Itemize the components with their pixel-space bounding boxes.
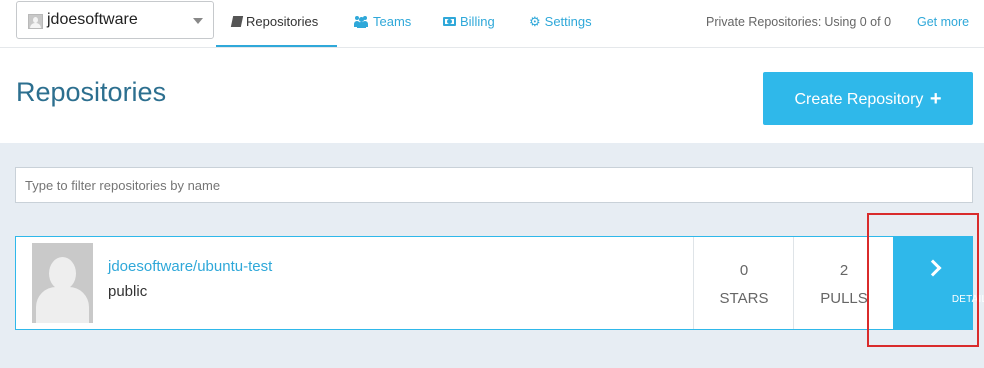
page-title: Repositories — [16, 77, 167, 107]
tab-teams[interactable]: Teams — [354, 0, 411, 47]
get-more-link[interactable]: Get more — [917, 15, 969, 29]
stars-label: STARS — [719, 290, 769, 307]
tab-repositories[interactable]: Repositories — [216, 0, 337, 47]
account-selector[interactable]: jdoesoftware — [16, 1, 214, 39]
tab-label: Billing — [460, 14, 495, 29]
create-repository-button[interactable]: Create Repository + — [763, 72, 973, 125]
pulls-stat: 2 PULLS — [793, 237, 894, 329]
page-header: Repositories Create Repository + — [0, 48, 984, 143]
book-icon — [230, 16, 244, 28]
details-button[interactable]: DETAILS — [893, 237, 984, 329]
chevron-down-icon — [193, 18, 203, 24]
tab-settings[interactable]: ⚙ Settings — [529, 0, 592, 47]
pulls-label: PULLS — [820, 290, 868, 307]
pulls-count: 2 — [839, 262, 849, 279]
plan-label: Private Repositories: — [706, 15, 822, 29]
tab-label: Settings — [544, 14, 592, 29]
filter-input[interactable] — [15, 167, 973, 203]
top-bar: jdoesoftware Repositories Teams Billing … — [0, 0, 984, 48]
users-icon — [354, 16, 369, 29]
repository-name-link[interactable]: jdoesoftware/ubuntu-test — [108, 258, 272, 275]
gear-icon: ⚙ — [529, 14, 541, 30]
plus-icon: + — [929, 88, 942, 110]
plan-status: Private Repositories: Using 0 of 0 — [706, 15, 891, 29]
chevron-right-icon — [924, 259, 942, 277]
tab-billing[interactable]: Billing — [443, 0, 495, 47]
tab-label: Repositories — [246, 14, 319, 29]
repository-visibility: public — [108, 283, 148, 300]
stars-count: 0 — [739, 262, 749, 279]
avatar — [32, 243, 93, 323]
plan-usage: Using 0 of 0 — [824, 15, 892, 29]
stars-stat: 0 STARS — [693, 237, 794, 329]
account-name: jdoesoftware — [47, 11, 138, 28]
create-repository-label: Create Repository — [794, 91, 924, 108]
repository-card: jdoesoftware/ubuntu-test public 0 STARS … — [15, 236, 984, 330]
tab-label: Teams — [373, 14, 412, 29]
avatar — [28, 14, 43, 29]
details-label: DETAILS — [951, 294, 984, 305]
money-icon — [443, 17, 456, 27]
